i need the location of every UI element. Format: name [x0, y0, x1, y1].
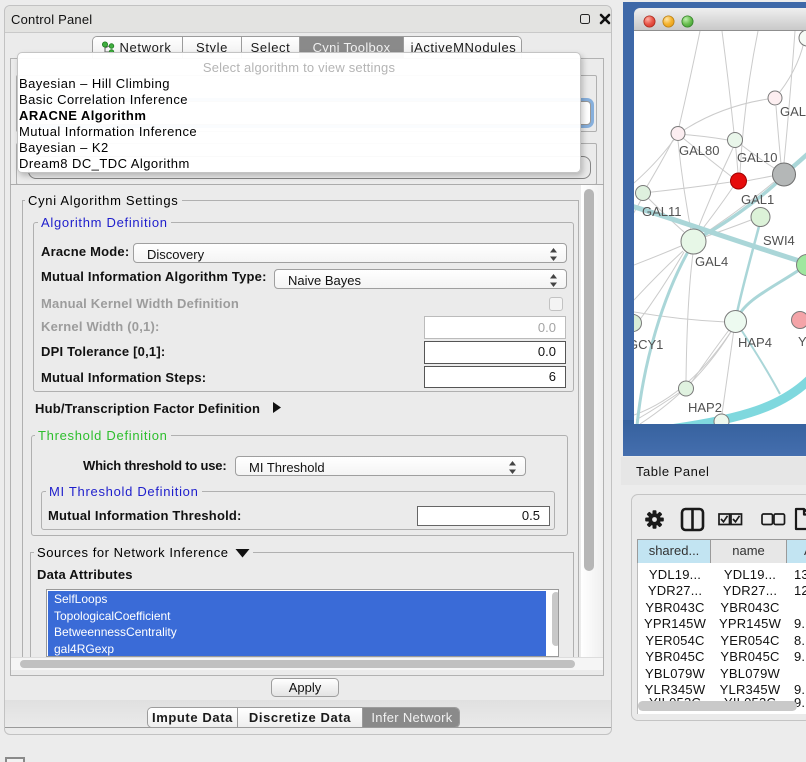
- svg-text:HAP4: HAP4: [738, 335, 772, 350]
- svg-text:GAL1: GAL1: [741, 192, 774, 207]
- svg-text:GAL7: GAL7: [780, 104, 806, 119]
- svg-text:HAP2: HAP2: [688, 400, 722, 415]
- svg-text:SWI4: SWI4: [763, 233, 795, 248]
- svg-text:GAL4: GAL4: [695, 254, 728, 269]
- svg-text:GAL10: GAL10: [737, 150, 777, 165]
- svg-text:GAL80: GAL80: [679, 143, 719, 158]
- svg-text:YD: YD: [798, 334, 806, 349]
- svg-text:GCY1: GCY1: [634, 337, 663, 352]
- svg-text:GAL11: GAL11: [642, 204, 682, 219]
